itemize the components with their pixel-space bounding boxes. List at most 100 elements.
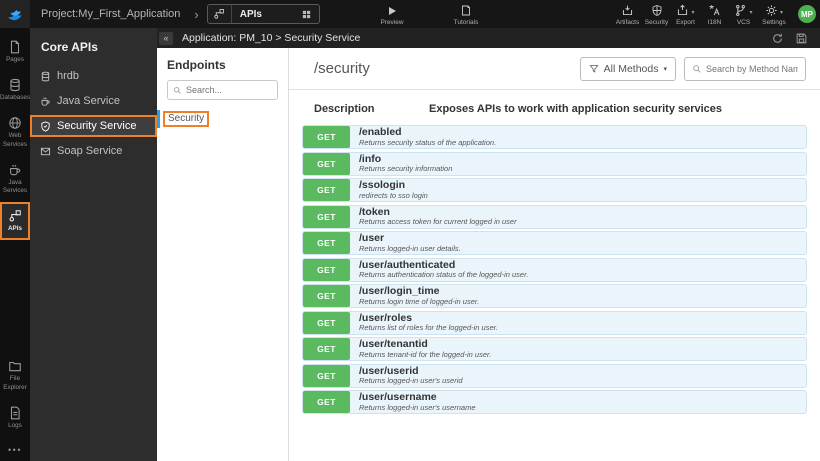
- sidebar-item-databases[interactable]: Databases: [0, 71, 30, 109]
- endpoint-list: GET /enabled Returns security status of …: [289, 125, 820, 417]
- user-avatar[interactable]: MP: [798, 5, 816, 23]
- settings-button[interactable]: ▾ Settings: [758, 3, 790, 26]
- export-upload-icon: [678, 4, 688, 16]
- i18n-label: I18N: [707, 19, 722, 26]
- endpoint-row[interactable]: GET /user/username Returns logged-in use…: [302, 390, 807, 414]
- refresh-icon[interactable]: [771, 32, 784, 45]
- database-icon: [10, 79, 20, 92]
- i18n-button[interactable]: I18N: [700, 3, 729, 26]
- endpoint-row[interactable]: GET /enabled Returns security status of …: [302, 125, 807, 149]
- core-apis-item-label: hrdb: [57, 70, 80, 82]
- endpoint-row[interactable]: GET /info Returns security information: [302, 151, 807, 176]
- preview-button[interactable]: Preview: [374, 3, 410, 26]
- endpoint-row[interactable]: GET /user Returns logged-in user details…: [302, 231, 807, 255]
- save-floppy-icon[interactable]: [795, 32, 808, 45]
- caret-down-icon: ▾: [663, 65, 667, 73]
- core-apis-item-security-service[interactable]: Security Service: [30, 115, 157, 137]
- get-method-badge: GET: [303, 285, 350, 307]
- endpoint-row[interactable]: GET /user/roles Returns list of roles fo…: [302, 310, 807, 335]
- endpoint-description: redirects to sso login: [359, 190, 428, 200]
- sidebar-item-file-explorer[interactable]: File Explorer: [0, 352, 30, 398]
- endpoint-description: Returns list of roles for the logged-in …: [359, 323, 498, 333]
- grid-icon[interactable]: [294, 9, 319, 20]
- sidebar-item-java-services[interactable]: Java Services: [0, 156, 30, 202]
- endpoint-item-label: Security: [163, 111, 210, 127]
- play-icon: [386, 3, 398, 17]
- get-method-badge: GET: [303, 391, 350, 413]
- sidebar-item-label: Databases: [0, 94, 31, 102]
- security-label: Security: [644, 19, 669, 26]
- sidebar-item-label: Java Services: [2, 178, 28, 194]
- endpoint-path: /user/login_time: [359, 285, 440, 298]
- service-title: /security: [314, 60, 370, 77]
- search-icon: [693, 64, 701, 73]
- endpoint-row[interactable]: GET /token Returns access token for curr…: [302, 204, 807, 229]
- endpoint-path: /enabled: [359, 126, 402, 139]
- core-apis-title: Core APIs: [41, 40, 98, 54]
- sidebar-item-apis[interactable]: APIs: [0, 202, 30, 241]
- core-apis-item-soap-service[interactable]: Soap Service: [30, 140, 157, 162]
- endpoint-path: /ssologin: [359, 179, 406, 192]
- vcs-label: VCS: [736, 19, 751, 26]
- artifacts-button[interactable]: Artifacts: [613, 3, 642, 26]
- endpoint-row[interactable]: GET /ssologin redirects to sso login: [302, 178, 807, 202]
- description-label: Description: [314, 103, 375, 115]
- endpoint-path: /user: [359, 232, 385, 245]
- endpoint-item-security[interactable]: Security: [157, 110, 288, 128]
- pages-icon: [10, 40, 20, 54]
- caret-down-icon: ▾: [779, 10, 783, 16]
- security-button[interactable]: Security: [642, 3, 671, 26]
- sidebar-item-logs[interactable]: Logs: [0, 399, 30, 437]
- breadcrumb-chevron-icon: ›: [194, 6, 199, 22]
- i18n-language-icon: [708, 3, 721, 17]
- endpoint-row[interactable]: GET /user/authenticated Returns authenti…: [302, 257, 807, 282]
- method-search-input[interactable]: [706, 63, 798, 74]
- endpoint-description: Returns logged-in user's userid: [359, 376, 463, 386]
- sidebar-item-label: File Explorer: [3, 375, 27, 391]
- export-label: Export: [676, 19, 695, 26]
- endpoint-row[interactable]: GET /user/login_time Returns login time …: [302, 284, 807, 308]
- left-icon-sidebar: Pages Databases Web Services Java Servic…: [0, 28, 30, 461]
- workspace-switcher[interactable]: APIs: [206, 4, 320, 24]
- methods-filter-dropdown[interactable]: All Methods ▾: [579, 56, 676, 81]
- sidebar-more-button[interactable]: •••: [0, 437, 30, 461]
- artifacts-download-icon: [621, 3, 634, 17]
- coffee-icon: [10, 164, 21, 175]
- logs-document-icon: [10, 406, 20, 420]
- endpoints-search-input[interactable]: [186, 85, 272, 95]
- caret-down-icon: ▾: [691, 10, 695, 16]
- settings-gear-icon: [766, 5, 777, 16]
- endpoint-row[interactable]: GET /user/tenantid Returns tenant-id for…: [302, 337, 807, 361]
- collapse-panel-button[interactable]: «: [159, 31, 173, 45]
- tutorials-label: Tutorials: [453, 19, 479, 26]
- sidebar-item-pages[interactable]: Pages: [0, 33, 30, 71]
- vcs-button[interactable]: ▾ VCS: [729, 3, 758, 26]
- workspace-label: APIs: [239, 8, 262, 20]
- export-button[interactable]: ▾ Export: [671, 3, 700, 26]
- core-apis-item-java-service[interactable]: Java Service: [30, 90, 157, 112]
- core-apis-item-label: Security Service: [57, 120, 137, 132]
- tutorials-button[interactable]: Tutorials: [446, 3, 486, 26]
- top-bar: Project:My_First_Application › APIs Prev…: [0, 0, 820, 28]
- endpoint-description: Returns authentication status of the log…: [359, 270, 529, 280]
- preview-label: Preview: [380, 19, 404, 26]
- wavemaker-logo[interactable]: [0, 0, 30, 28]
- api-icon: [9, 210, 21, 222]
- core-apis-panel: Core APIs hrdb Java Service Security Ser…: [30, 28, 157, 461]
- core-apis-item-label: Java Service: [57, 95, 120, 107]
- endpoint-description: Returns security information: [359, 164, 453, 174]
- sidebar-item-web-services[interactable]: Web Services: [0, 109, 30, 155]
- endpoint-row[interactable]: GET /user/userid Returns logged-in user'…: [302, 363, 807, 388]
- endpoints-search[interactable]: [167, 80, 278, 100]
- endpoint-description: Returns security status of the applicati…: [359, 137, 497, 147]
- get-method-badge: GET: [303, 179, 350, 201]
- get-method-badge: GET: [303, 232, 350, 254]
- core-apis-item-hrdb[interactable]: hrdb: [30, 65, 157, 87]
- endpoints-title: Endpoints: [167, 58, 226, 72]
- topbar-actions: Artifacts Security ▾ Export I18N ▾ VCS ▾…: [613, 3, 790, 26]
- get-method-badge: GET: [303, 258, 350, 281]
- search-icon: [174, 86, 181, 94]
- sidebar-item-label: Logs: [8, 421, 22, 429]
- breadcrumb: Application: PM_10 > Security Service: [182, 32, 361, 44]
- method-search[interactable]: [684, 56, 806, 81]
